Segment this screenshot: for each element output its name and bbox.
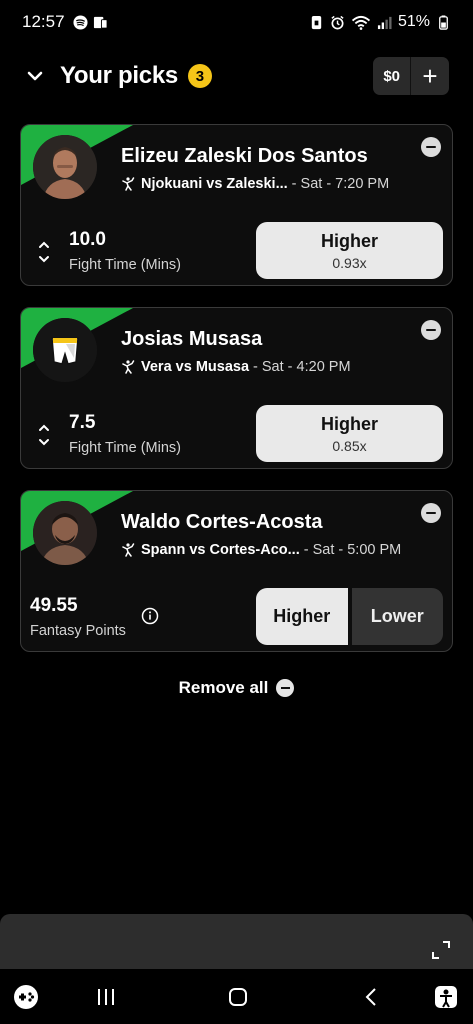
player-name: Elizeu Zaleski Dos Santos: [121, 145, 368, 167]
fighter-icon: [122, 177, 135, 191]
remove-pick-button[interactable]: [421, 137, 441, 157]
game-controller-icon[interactable]: [12, 983, 40, 1011]
status-system-icons: 51%: [309, 13, 451, 31]
player-avatar: [33, 501, 97, 565]
sim-icon: [311, 15, 322, 29]
higher-button[interactable]: Higher 0.85x: [256, 405, 443, 462]
status-time: 12:57: [22, 12, 65, 31]
payout-multiplier: 0.85x: [332, 437, 367, 454]
fighter-icon: [122, 360, 135, 374]
system-nav-bar: [0, 969, 473, 1024]
pick-card: Waldo Cortes-Acosta Spann vs Cortes-Aco.…: [20, 490, 453, 652]
battery-percent: 51%: [397, 13, 430, 30]
higher-button[interactable]: Higher: [256, 588, 348, 645]
match-info: Njokuani vs Zaleski... - Sat - 7:20 PM: [121, 176, 389, 192]
match-name: Vera vs Musasa: [141, 359, 250, 375]
higher-lower-toggle: Higher Lower: [256, 588, 443, 645]
remove-pick-button[interactable]: [421, 503, 441, 523]
stat-type-label: Fight Time (Mins): [69, 257, 181, 273]
stat-type-label: Fantasy Points: [30, 623, 126, 639]
accessibility-icon[interactable]: [432, 983, 460, 1011]
battery-icon: [439, 14, 448, 30]
player-name: Josias Musasa: [121, 328, 263, 350]
chevron-down-icon[interactable]: [24, 65, 46, 87]
payout-multiplier: 0.93x: [332, 254, 367, 271]
minus-circle-icon: [276, 679, 295, 697]
app-notification-icon: [93, 16, 108, 29]
recent-apps-icon[interactable]: [92, 983, 120, 1011]
higher-button[interactable]: Higher 0.93x: [256, 222, 443, 279]
stat-line-value: 7.5: [69, 412, 96, 433]
higher-label: Higher: [320, 230, 378, 251]
fighter-icon: [122, 543, 135, 557]
wallet-balance[interactable]: $0: [373, 57, 411, 95]
bottom-sheet[interactable]: [0, 914, 473, 969]
stat-line-value: 49.55: [30, 595, 78, 616]
pick-card: Josias Musasa Vera vs Musasa - Sat - 4:2…: [20, 307, 453, 469]
player-avatar: [33, 135, 97, 199]
alarm-icon: [331, 15, 344, 29]
player-name: Waldo Cortes-Acosta: [121, 511, 323, 533]
stat-type-label: Fight Time (Mins): [69, 440, 181, 456]
stat-line-value: 10.0: [69, 229, 106, 250]
add-funds-button[interactable]: +: [411, 57, 449, 95]
picks-count-badge: 3: [187, 64, 212, 88]
match-time: - Sat - 4:20 PM: [253, 359, 351, 375]
match-name: Njokuani vs Zaleski...: [141, 176, 288, 192]
higher-label: Higher: [320, 413, 378, 434]
pick-card: Elizeu Zaleski Dos Santos Njokuani vs Za…: [20, 124, 453, 286]
remove-pick-button[interactable]: [421, 320, 441, 340]
home-icon[interactable]: [224, 983, 252, 1011]
spotify-icon: [73, 14, 88, 30]
wifi-icon: [351, 15, 371, 30]
wallet-control: $0 +: [373, 57, 449, 95]
picks-header: Your picks 3 $0 +: [0, 56, 473, 96]
status-notification-icons: [73, 14, 108, 30]
status-bar: 12:57 51%: [0, 0, 473, 44]
expand-icon[interactable]: [431, 940, 451, 960]
match-info: Vera vs Musasa - Sat - 4:20 PM: [121, 359, 351, 375]
signal-icon: [377, 16, 392, 29]
up-down-arrows-icon[interactable]: [37, 239, 51, 265]
match-time: - Sat - 5:00 PM: [303, 542, 402, 558]
remove-all-button[interactable]: Remove all: [0, 678, 473, 698]
up-down-arrows-icon[interactable]: [37, 422, 51, 448]
match-info: Spann vs Cortes-Aco... - Sat - 5:00 PM: [121, 542, 401, 558]
match-time: - Sat - 7:20 PM: [291, 176, 390, 192]
lower-button[interactable]: Lower: [351, 588, 443, 645]
page-title: Your picks: [60, 62, 178, 89]
player-avatar: [33, 318, 97, 382]
info-icon[interactable]: [141, 607, 159, 625]
back-icon[interactable]: [358, 983, 386, 1011]
match-name: Spann vs Cortes-Aco...: [141, 542, 300, 558]
remove-all-label: Remove all: [178, 678, 269, 697]
